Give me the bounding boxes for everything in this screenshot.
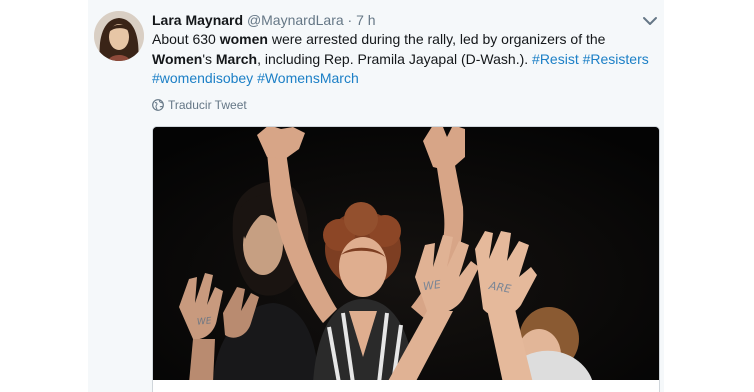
chevron-down-icon[interactable] [640,11,660,31]
tweet-text-highlight: March [215,50,258,67]
hashtag-resisters[interactable]: #Resisters [583,51,649,67]
avatar[interactable] [94,11,144,61]
media-card-footer [152,380,660,392]
translate-tweet-link[interactable]: Traducir Tweet [152,98,247,112]
tweet-text-segment: , including Rep. Pramila Jayapal (D-Wash… [257,50,533,67]
hashtag-resist[interactable]: #Resist [532,51,579,67]
display-name[interactable]: Lara Maynard [152,12,243,28]
tweet-media-photo[interactable]: WE ARE WE [152,126,660,384]
hand-writing-we: WE [422,277,442,294]
tweet-text-segment: About 630 [152,31,220,47]
tweet-header: Lara Maynard @MaynardLara · 7 h [152,11,376,29]
separator: · [347,12,353,28]
protest-photo [153,127,659,383]
tweet-text-segment: 's [202,50,216,67]
tweet-text-segment: were arrested during the rally, led by o… [267,31,606,47]
hashtag-womendisobey[interactable]: #womendisobey [152,70,253,86]
tweet-text: About 630 women were arrested during the… [152,30,657,89]
translate-label: Traducir Tweet [168,98,247,112]
hashtag-womensmarch[interactable]: #WomensMarch [257,70,359,86]
avatar-photo [94,11,144,61]
hand-writing-we-left: WE [196,316,213,328]
tweet-text-highlight: women [219,31,268,47]
handle[interactable]: @MaynardLara [247,12,344,28]
tweet-text-highlight: Women [152,50,203,67]
page: Lara Maynard @MaynardLara · 7 h About 63… [0,0,754,392]
timestamp[interactable]: 7 h [356,12,375,28]
globe-icon [152,99,164,111]
